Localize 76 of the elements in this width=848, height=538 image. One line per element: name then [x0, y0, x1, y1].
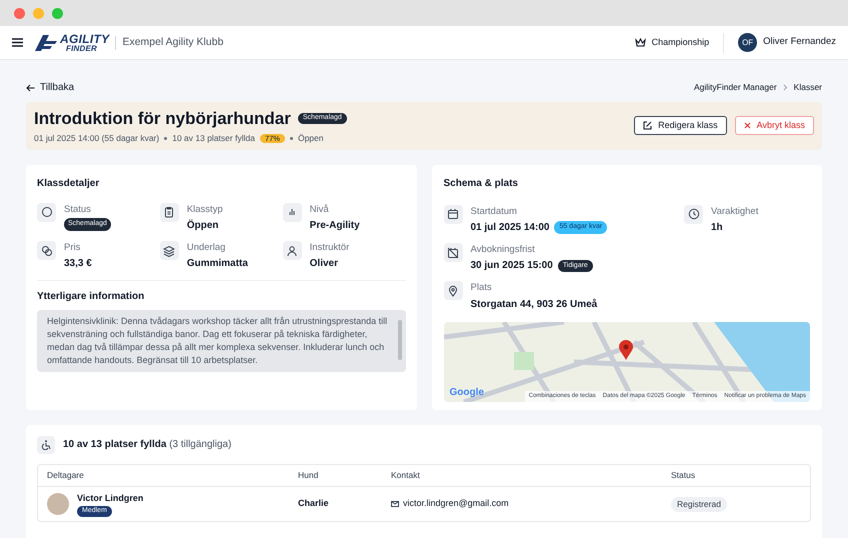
championship-link[interactable]: Championship	[652, 36, 710, 50]
field-label: Avbokningsfrist	[470, 243, 536, 258]
status-tag: Registrerad	[671, 496, 727, 512]
google-logo: Google	[450, 386, 484, 400]
logo-text: AGILITY	[60, 32, 110, 44]
card-title: Klassdetaljer	[37, 176, 100, 191]
coins-icon	[40, 244, 52, 257]
field-label: Nivå	[310, 202, 330, 217]
field-value: Pre-Agility	[310, 219, 360, 234]
cancel-class-button[interactable]: Avbryt klass	[734, 116, 814, 136]
field-label: Klasstyp	[186, 202, 223, 217]
section-title: Ytterligare information	[37, 290, 146, 304]
bullet-icon	[290, 137, 293, 140]
field-value: Gummimatta	[186, 257, 248, 272]
edit-class-button[interactable]: Redigera klass	[634, 116, 727, 136]
maximize-window-icon[interactable]	[52, 8, 63, 18]
chevron-right-icon	[782, 84, 788, 91]
field-value: 33,3 €	[64, 257, 92, 272]
email-address: victor.lindgren@gmail.com	[403, 497, 509, 510]
bullet-icon	[164, 137, 168, 140]
breadcrumb-link[interactable]: AgilityFinder Manager	[694, 81, 777, 94]
club-name: Exempel Agility Klubb	[122, 34, 224, 50]
column-header: Status	[671, 468, 696, 482]
card-title: Schema & plats	[444, 176, 519, 191]
logo[interactable]: AGILITY FINDER	[35, 32, 110, 52]
back-arrow-icon	[26, 84, 35, 92]
avatar	[47, 493, 69, 516]
clipboard-icon	[163, 206, 176, 218]
field-label: Startdatum	[470, 204, 518, 219]
field-value: 30 jun 2025 15:00	[470, 259, 553, 274]
crown-icon	[634, 38, 646, 47]
logo-text: FINDER	[66, 44, 98, 52]
column-header: Hund	[298, 468, 320, 482]
field-label: Plats	[470, 281, 493, 296]
location-pin-icon	[447, 284, 459, 297]
close-window-icon[interactable]	[14, 8, 25, 18]
calendar-icon	[447, 208, 459, 220]
field-label: Underlag	[186, 241, 226, 256]
class-type: Öppen	[298, 133, 324, 144]
field-value: Oliver	[310, 257, 340, 272]
field-value: Storgatan 44, 903 26 Umeå	[470, 298, 598, 312]
user-avatar[interactable]: OF	[738, 33, 758, 52]
field-label: Instruktör	[310, 241, 350, 256]
seats-summary: 10 av 13 platser fyllda (3 tillgängliga)	[63, 438, 232, 452]
wheelchair-icon	[41, 440, 51, 450]
menu-icon[interactable]	[12, 38, 23, 47]
field-value: 01 jul 2025 14:00	[470, 221, 550, 236]
participant-name: Victor Lindgren	[77, 492, 144, 505]
user-icon	[286, 244, 298, 257]
class-date: 01 jul 2025 14:00 (55 dagar kvar)	[34, 133, 160, 144]
back-link[interactable]: Tillbaka	[26, 80, 74, 95]
field-value: Öppen	[186, 218, 220, 234]
mail-icon	[391, 501, 399, 508]
column-header: Kontakt	[391, 468, 421, 482]
layers-icon	[163, 244, 176, 257]
calendar-crossed-icon	[447, 246, 459, 259]
filled-seats: 10 av 13 platser fyllda	[172, 133, 255, 144]
scrollbar[interactable]	[398, 320, 402, 360]
table-cell-text: Charlie	[298, 497, 330, 510]
clock-icon	[688, 208, 700, 220]
information-text-area[interactable]	[37, 310, 406, 372]
information-text: Helgintensivklinik: Denna tvådagars workshop täcker allt från utrustningsprestanda till sekvensträning och fullständiga banor. Dag ett fokuserar på tekniska färdigheter, medan dag två tillämpar dessa på allt mer komplexa sekvenser. Inkluderar lunch och omfattande handouts. Begränsat till 10 arbetsplatser.	[46, 315, 388, 368]
edit-icon	[643, 121, 652, 130]
class-title: Introduktion för nybörjarhundar	[34, 108, 291, 130]
field-label: Varaktighet	[711, 204, 758, 219]
column-header: Deltagare	[47, 468, 85, 482]
field-label: Status	[64, 202, 92, 217]
circle-icon	[40, 206, 52, 218]
close-icon	[744, 122, 751, 130]
breadcrumb-link[interactable]: Klasser	[794, 81, 822, 94]
field-value: 1h	[711, 221, 723, 236]
logo-mark-icon	[35, 34, 57, 50]
map-pin-icon	[618, 340, 632, 360]
user-name[interactable]: Oliver Fernandez	[763, 35, 836, 50]
minimize-window-icon[interactable]	[33, 8, 44, 18]
field-label: Pris	[64, 241, 82, 256]
